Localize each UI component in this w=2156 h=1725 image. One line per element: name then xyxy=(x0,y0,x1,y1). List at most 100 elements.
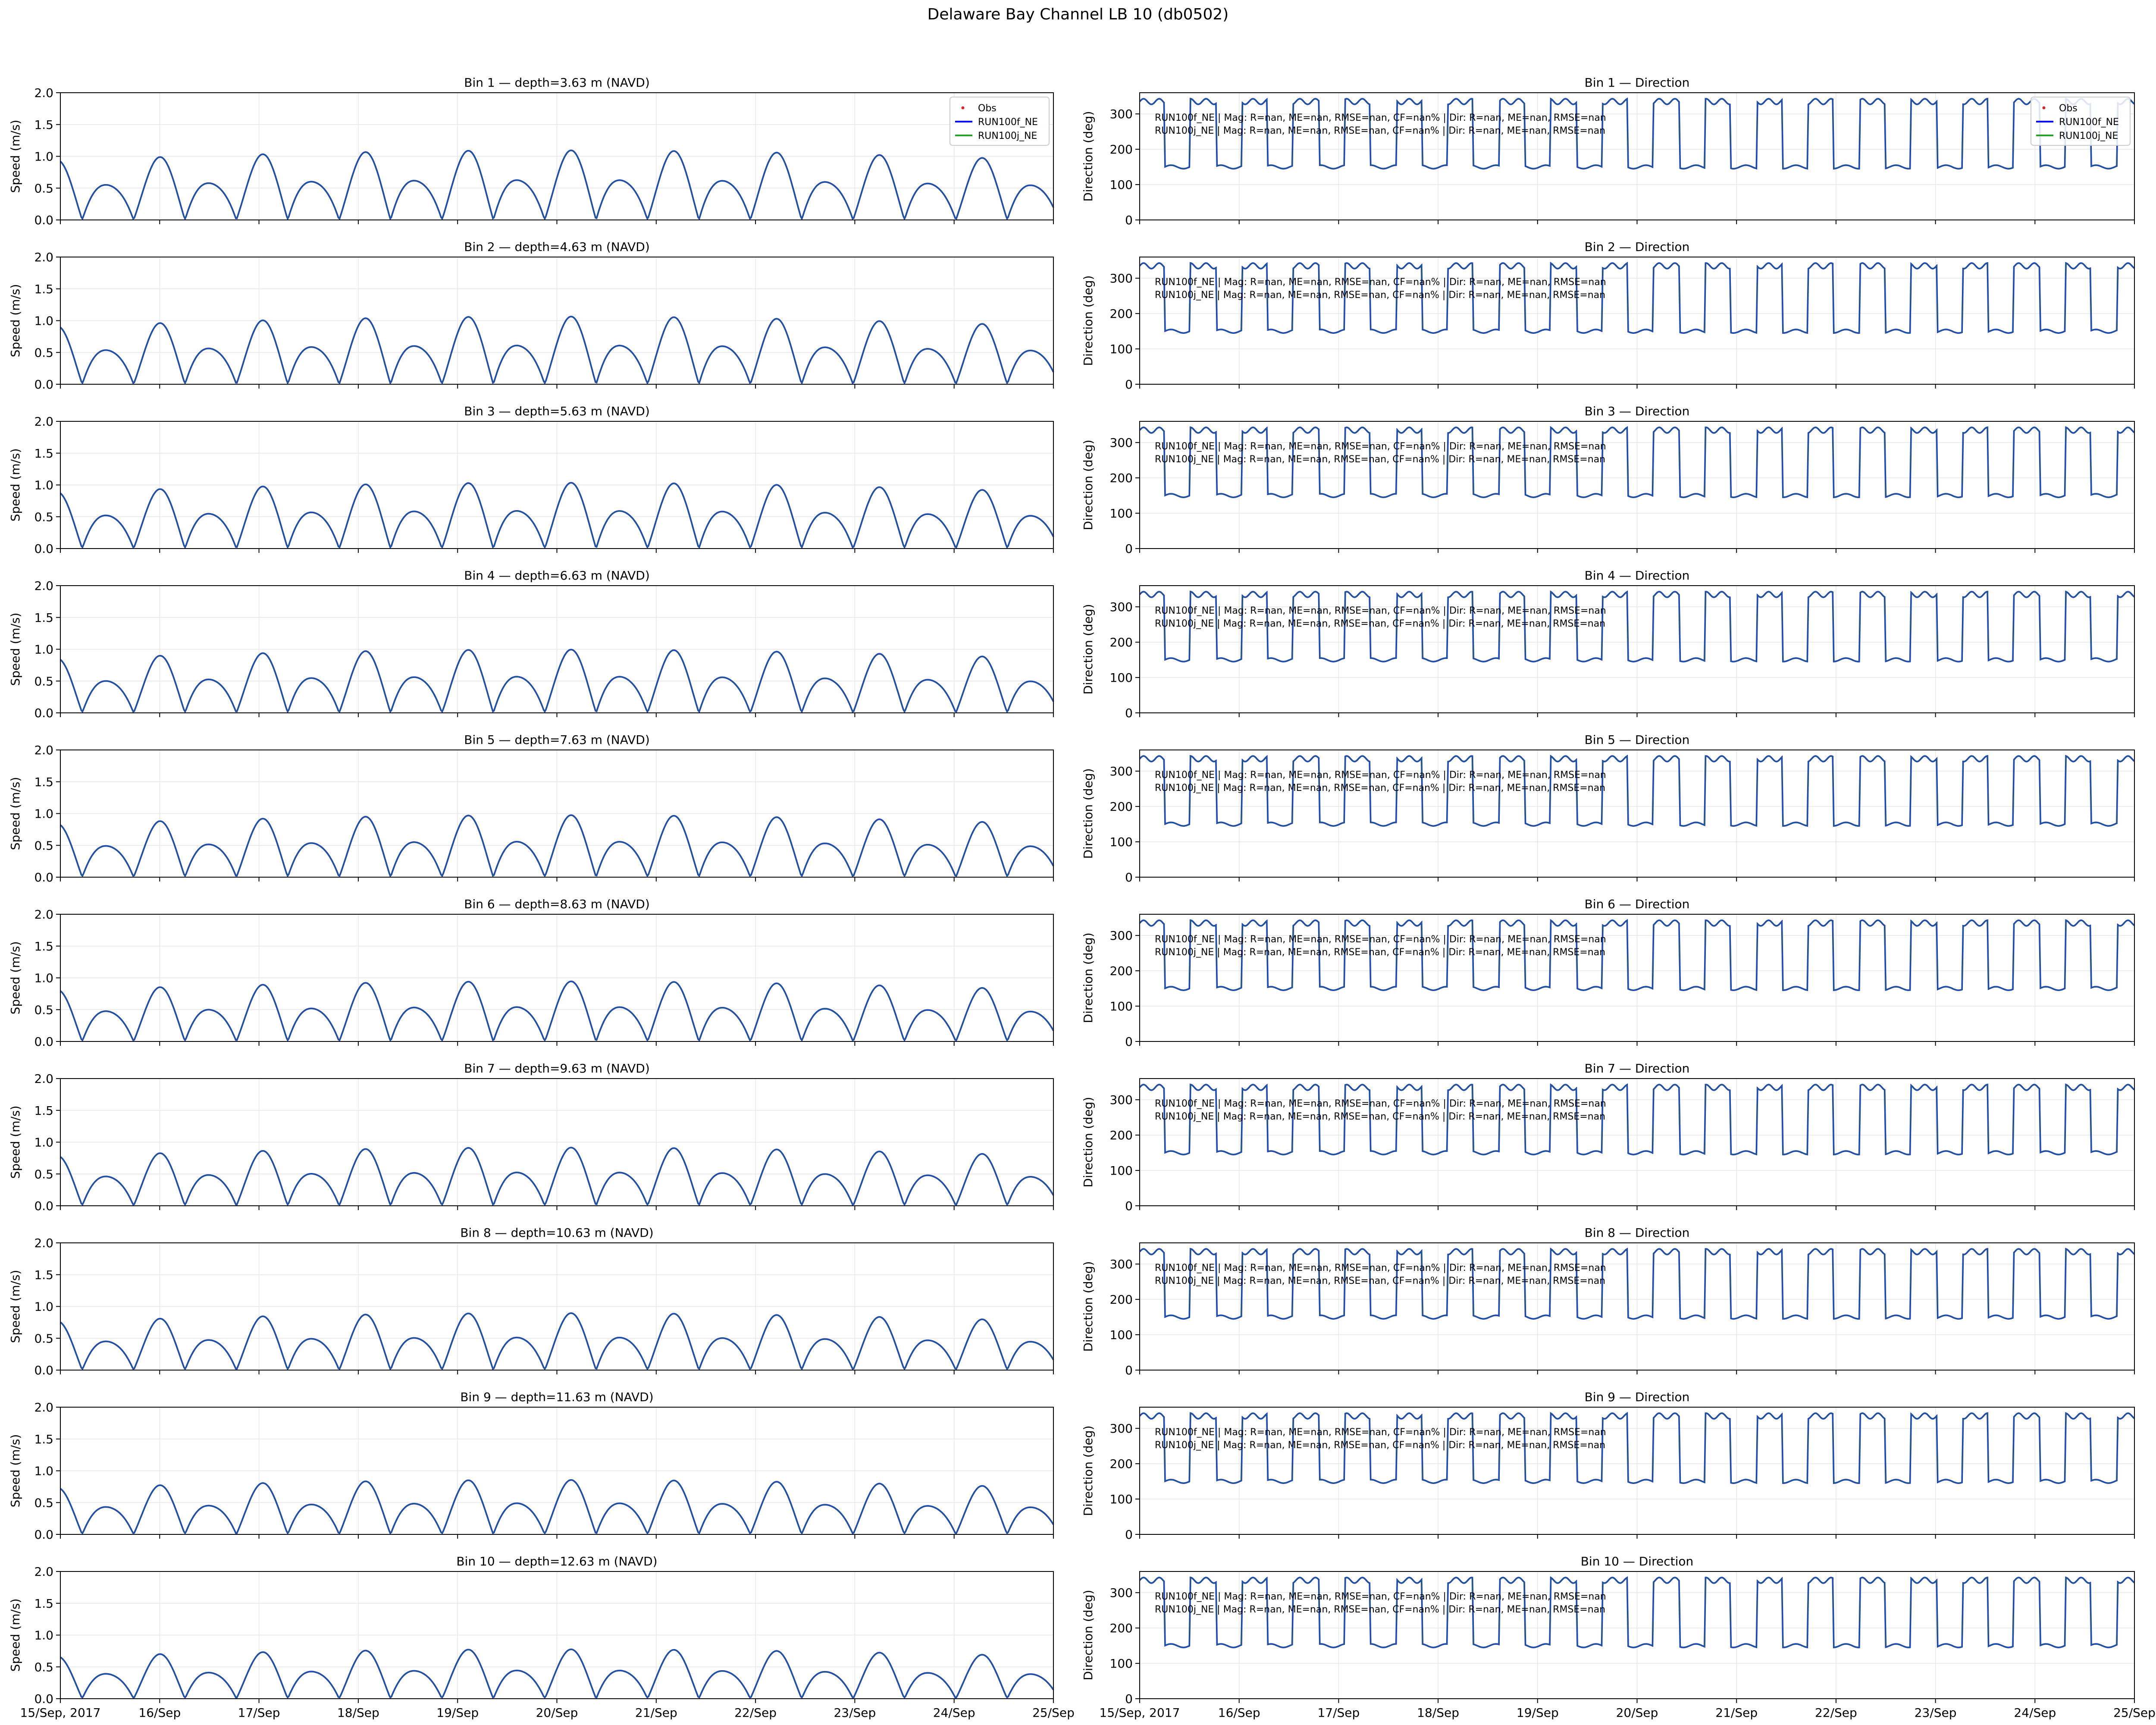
y-tick-label: 0 xyxy=(1125,706,1133,720)
y-axis-label: Speed (m/s) xyxy=(8,284,22,358)
x-tick-label: 16/Sep xyxy=(138,1706,181,1720)
y-axis-label: Direction (deg) xyxy=(1081,768,1095,859)
x-tick-label: 22/Sep xyxy=(734,1706,777,1720)
panel-title: Bin 8 — Direction xyxy=(1585,1226,1690,1240)
y-tick-label: 300 xyxy=(1110,271,1133,285)
panel-title: Bin 9 — depth=11.63 m (NAVD) xyxy=(460,1390,653,1404)
x-tick-label: 22/Sep xyxy=(1815,1706,1857,1720)
stats-annotation: RUN100j_NE | Mag: R=nan, ME=nan, RMSE=na… xyxy=(1155,947,1605,958)
y-tick-label: 300 xyxy=(1110,928,1133,943)
speed-panel-bin-6: 0.0 0.5 1.0 1.5 2.0 Speed (m/s) Bin 6 — depth=… xyxy=(8,897,1054,1049)
direction-panel-bin-3: 0 100 200 300 Direction (deg) Bin 3 — Directi… xyxy=(1081,404,2135,556)
legend-marker-obs xyxy=(2042,106,2046,110)
panel-title: Bin 2 — Direction xyxy=(1585,240,1690,254)
y-tick-label: 0 xyxy=(1125,542,1133,556)
y-tick-label: 0.5 xyxy=(34,181,53,195)
direction-panel-bin-2: 0 100 200 300 Direction (deg) Bin 2 — Directi… xyxy=(1081,240,2135,392)
stats-annotation: RUN100f_NE | Mag: R=nan, ME=nan, RMSE=na… xyxy=(1155,770,1606,781)
y-tick-label: 200 xyxy=(1110,1621,1133,1635)
y-tick-label: 100 xyxy=(1110,1656,1133,1671)
y-tick-label: 1.0 xyxy=(34,643,53,657)
y-tick-label: 1.5 xyxy=(34,446,53,461)
direction-panel-bin-6: 0 100 200 300 Direction (deg) Bin 6 — Directi… xyxy=(1081,897,2135,1049)
y-tick-label: 0.0 xyxy=(34,1363,53,1377)
y-tick-label: 0.0 xyxy=(34,1199,53,1213)
x-tick-label: 15/Sep, 2017 xyxy=(20,1706,101,1720)
y-axis-label: Speed (m/s) xyxy=(8,1106,22,1179)
y-axis-label: Direction (deg) xyxy=(1081,932,1095,1023)
legend-marker-obs xyxy=(961,106,965,110)
y-tick-label: 100 xyxy=(1110,671,1133,685)
panel-title: Bin 4 — Direction xyxy=(1585,568,1690,583)
stats-annotation: RUN100f_NE | Mag: R=nan, ME=nan, RMSE=na… xyxy=(1155,277,1606,288)
y-tick-label: 200 xyxy=(1110,964,1133,978)
speed-panel-bin-1: 0.0 0.5 1.0 1.5 2.0 Speed (m/s) Bin 1 — depth=… xyxy=(8,75,1054,227)
y-tick-label: 300 xyxy=(1110,1093,1133,1107)
x-tick-label: 24/Sep xyxy=(2014,1706,2056,1720)
y-axis-label: Direction (deg) xyxy=(1081,111,1095,201)
y-tick-label: 200 xyxy=(1110,471,1133,485)
y-tick-label: 0.0 xyxy=(34,542,53,556)
y-tick-label: 300 xyxy=(1110,1257,1133,1271)
y-axis-label: Direction (deg) xyxy=(1081,1097,1095,1187)
panel-title: Bin 5 — Direction xyxy=(1585,733,1690,747)
y-tick-label: 100 xyxy=(1110,1164,1133,1178)
y-tick-label: 0.5 xyxy=(34,1496,53,1510)
y-tick-label: 2.0 xyxy=(34,579,53,593)
panel-title: Bin 9 — Direction xyxy=(1585,1390,1690,1404)
panel-title: Bin 1 — Direction xyxy=(1585,75,1690,90)
y-tick-label: 100 xyxy=(1110,1492,1133,1506)
panel-title: Bin 7 — depth=9.63 m (NAVD) xyxy=(464,1061,650,1076)
x-tick-label: 18/Sep xyxy=(337,1706,379,1720)
y-tick-label: 200 xyxy=(1110,307,1133,321)
speed-panel-bin-10: 0.0 0.5 1.0 1.5 2.0 15/Sep, 2017 16/Sep 17/Sep 1… xyxy=(8,1554,1075,1720)
y-axis-label: Direction (deg) xyxy=(1081,439,1095,530)
y-tick-label: 1.5 xyxy=(34,1268,53,1282)
y-tick-label: 100 xyxy=(1110,342,1133,356)
y-tick-label: 2.0 xyxy=(34,743,53,757)
y-tick-label: 0.5 xyxy=(34,345,53,360)
y-tick-label: 2.0 xyxy=(34,86,53,100)
direction-panel-bin-1: 0 100 200 300 Direction (deg) Bin 1 — Directi… xyxy=(1081,75,2135,227)
panel-title: Bin 3 — Direction xyxy=(1585,404,1690,418)
y-axis-label: Speed (m/s) xyxy=(8,1599,22,1672)
stats-annotation: RUN100j_NE | Mag: R=nan, ME=nan, RMSE=na… xyxy=(1155,1604,1605,1615)
y-tick-label: 200 xyxy=(1110,1457,1133,1471)
y-tick-label: 1.0 xyxy=(34,478,53,492)
y-tick-label: 200 xyxy=(1110,142,1133,157)
y-axis-label: Direction (deg) xyxy=(1081,604,1095,694)
direction-panel-bin-4: 0 100 200 300 Direction (deg) Bin 4 — Directi… xyxy=(1081,568,2135,720)
x-tick-label: 25/Sep xyxy=(1032,1706,1075,1720)
y-tick-label: 0 xyxy=(1125,1692,1133,1706)
y-axis-label: Direction (deg) xyxy=(1081,1425,1095,1516)
stats-annotation: RUN100f_NE | Mag: R=nan, ME=nan, RMSE=na… xyxy=(1155,1427,1606,1438)
direction-panel-bin-9: 0 100 200 300 Direction (deg) Bin 9 — Directi… xyxy=(1081,1390,2135,1542)
y-tick-label: 0.0 xyxy=(34,706,53,720)
x-tick-label: 24/Sep xyxy=(933,1706,975,1720)
y-tick-label: 0.0 xyxy=(34,1035,53,1049)
x-tick-label: 15/Sep, 2017 xyxy=(1100,1706,1180,1720)
y-tick-label: 300 xyxy=(1110,600,1133,614)
y-tick-label: 300 xyxy=(1110,764,1133,778)
x-tick-label: 17/Sep xyxy=(1317,1706,1360,1720)
panel-title: Bin 10 — depth=12.63 m (NAVD) xyxy=(456,1554,657,1568)
stats-annotation: RUN100f_NE | Mag: R=nan, ME=nan, RMSE=na… xyxy=(1155,605,1606,616)
y-tick-label: 1.5 xyxy=(34,118,53,132)
stats-annotation: RUN100j_NE | Mag: R=nan, ME=nan, RMSE=na… xyxy=(1155,783,1605,794)
y-axis-label: Direction (deg) xyxy=(1081,1261,1095,1352)
y-tick-label: 0.0 xyxy=(34,213,53,227)
y-tick-label: 0.0 xyxy=(34,1692,53,1706)
panel-title: Bin 5 — depth=7.63 m (NAVD) xyxy=(464,733,650,747)
y-tick-label: 1.0 xyxy=(34,1464,53,1478)
y-tick-label: 0.0 xyxy=(34,870,53,884)
y-axis-label: Speed (m/s) xyxy=(8,941,22,1015)
speed-panel-bin-2: 0.0 0.5 1.0 1.5 2.0 Speed (m/s) Bin 2 — depth=… xyxy=(8,240,1054,392)
y-tick-label: 300 xyxy=(1110,107,1133,121)
y-tick-label: 200 xyxy=(1110,635,1133,649)
x-tick-label: 21/Sep xyxy=(1715,1706,1758,1720)
y-axis-label: Speed (m/s) xyxy=(8,1270,22,1343)
panel-title: Bin 6 — depth=8.63 m (NAVD) xyxy=(464,897,650,911)
y-tick-label: 1.0 xyxy=(34,1628,53,1643)
panels: 0.0 0.5 1.0 1.5 2.0 Speed (m/s) Bin 1 — depth=… xyxy=(8,75,2156,1720)
y-tick-label: 1.0 xyxy=(34,314,53,328)
